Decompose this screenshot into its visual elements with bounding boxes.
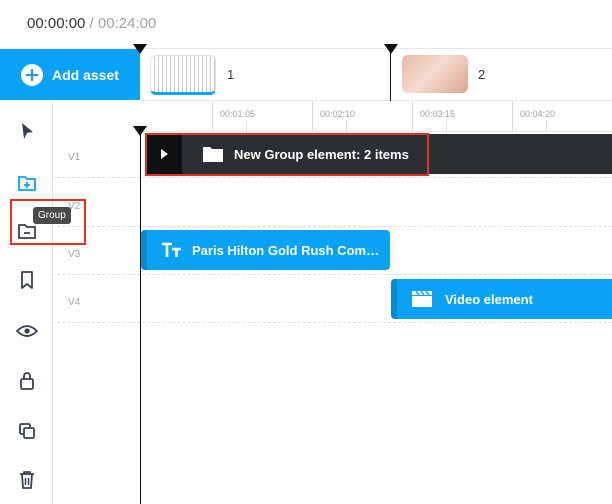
track-label-v1: V1 (68, 152, 81, 163)
track-divider (52, 226, 612, 227)
video-element-label: Video element (445, 291, 533, 307)
text-element-label: Paris Hilton Gold Rush Com… (192, 242, 380, 258)
ruler-tick-label: 00:03:15 (420, 109, 456, 119)
scene-1-marker[interactable] (133, 44, 147, 54)
add-group-icon[interactable] (14, 170, 40, 196)
scene-2-number: 2 (478, 67, 486, 82)
time-separator: / (85, 15, 98, 32)
toolbar (0, 100, 53, 504)
text-element[interactable]: Paris Hilton Gold Rush Com… (141, 230, 390, 270)
scene-divider (390, 49, 391, 101)
timecode: 00:00:00 / 00:24:00 (27, 15, 156, 32)
track-label-v3: V3 (68, 249, 81, 260)
video-element[interactable]: Video element (391, 279, 612, 319)
plus-circle-icon (21, 63, 43, 86)
track-divider (52, 322, 612, 323)
current-time: 00:00:00 (27, 15, 86, 32)
playhead-line (140, 131, 141, 504)
ruler-tick (546, 121, 547, 131)
visibility-icon[interactable] (14, 318, 40, 344)
total-time: 00:24:00 (97, 15, 157, 32)
element-trim-handle[interactable] (141, 230, 147, 270)
delete-icon[interactable] (14, 467, 40, 493)
duplicate-icon[interactable] (14, 418, 40, 444)
ruler-tick (412, 101, 413, 131)
track-divider (52, 274, 612, 275)
ruler-tick (446, 121, 447, 131)
ruler-tick (246, 121, 247, 131)
track-divider (52, 177, 612, 178)
lock-icon[interactable] (14, 368, 40, 394)
add-asset-label: Add asset (52, 66, 119, 83)
text-type-icon (161, 242, 183, 258)
track-label-v4: V4 (68, 297, 81, 308)
ruler-tick-label: 00:04:20 (520, 109, 556, 119)
ruler-tick (346, 121, 347, 131)
ruler-tick (212, 101, 213, 131)
select-tool-icon[interactable] (14, 118, 40, 144)
ruler-tick-label: 00:02:10 (320, 109, 356, 119)
ruler-tick (512, 101, 513, 131)
ruler-tick (312, 101, 313, 131)
group-tooltip: Group (33, 207, 71, 224)
bookmark-icon[interactable] (14, 267, 40, 293)
add-asset-button[interactable]: Add asset (0, 49, 140, 100)
scene-2-thumbnail[interactable] (402, 55, 468, 93)
element-trim-handle[interactable] (391, 279, 397, 319)
group-element-highlight (145, 133, 429, 176)
clapperboard-icon (411, 290, 433, 308)
scene-1-thumbnail[interactable] (150, 55, 216, 95)
scene-1-number: 1 (227, 67, 235, 82)
time-ruler[interactable]: 00:01:05 00:02:10 00:03:15 00:04:20 (140, 101, 612, 132)
ruler-tick-label: 00:01:05 (220, 109, 256, 119)
scene-2-marker[interactable] (384, 44, 398, 54)
